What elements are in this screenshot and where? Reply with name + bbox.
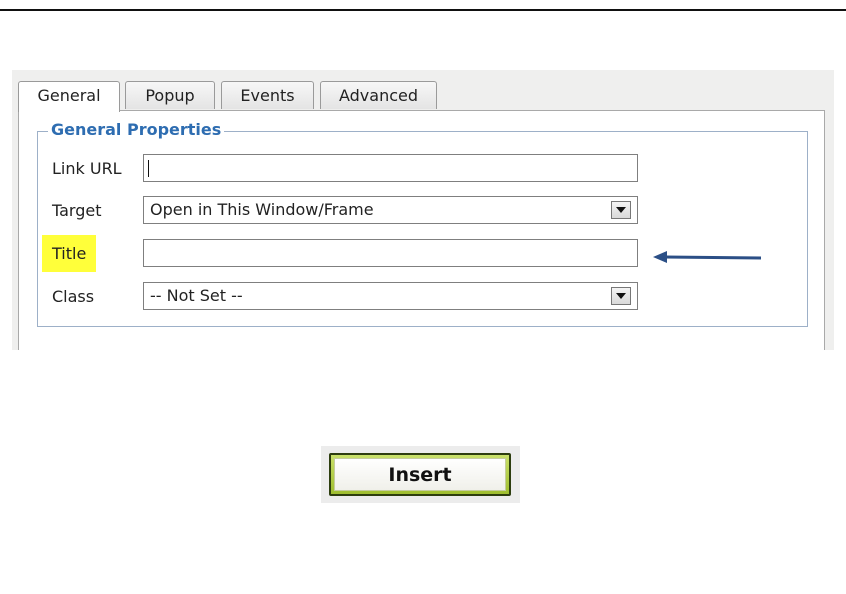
class-select-value: -- Not Set -- [150,286,243,305]
pointer-arrow-icon [653,251,762,263]
insert-button[interactable]: Insert [329,453,511,496]
chevron-down-icon[interactable] [611,287,631,305]
tab-popup[interactable]: Popup [125,81,215,109]
class-select[interactable]: -- Not Set -- [143,282,638,310]
tab-events[interactable]: Events [221,81,314,109]
tab-advanced[interactable]: Advanced [320,81,437,109]
insert-button-frame: Insert [321,446,520,503]
link-dialog-panel: General Popup Events Advanced General Pr… [12,70,834,350]
tab-general[interactable]: General [18,81,120,112]
target-label: Target [52,201,102,220]
link-url-input[interactable] [143,154,638,182]
target-select[interactable]: Open in This Window/Frame [143,196,638,224]
general-properties-legend: General Properties [48,120,225,139]
class-label: Class [52,287,95,306]
title-input[interactable] [143,239,638,267]
title-label: Title [42,235,97,272]
link-url-label: Link URL [52,159,122,178]
text-caret [148,160,149,177]
target-select-value: Open in This Window/Frame [150,200,374,219]
chevron-down-icon[interactable] [611,201,631,219]
tab-content: General Properties Link URL Target Open … [18,110,825,350]
top-divider [0,9,846,11]
insert-button-label: Insert [334,458,506,491]
general-properties-group: General Properties Link URL Target Open … [37,120,808,327]
